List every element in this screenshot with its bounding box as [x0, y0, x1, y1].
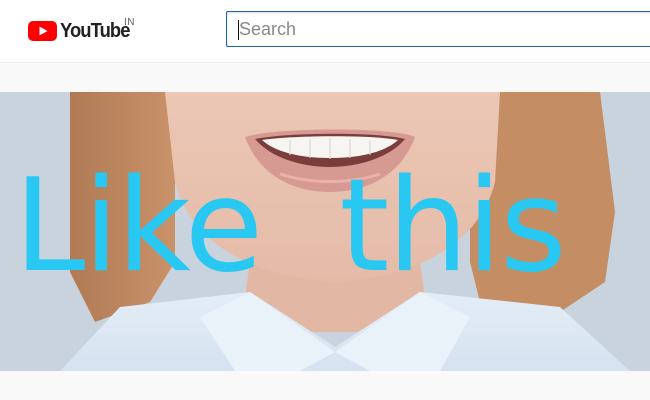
caption-word-this: this — [339, 152, 567, 301]
youtube-logo[interactable]: YouTube IN — [28, 17, 136, 44]
text-cursor — [238, 20, 239, 40]
masthead: YouTube IN — [0, 0, 650, 63]
video-caption: Like this — [14, 152, 644, 302]
caption-word-like: Like — [14, 152, 263, 301]
search-input[interactable] — [227, 12, 650, 46]
video-player[interactable]: Like this — [0, 92, 650, 371]
youtube-play-icon — [28, 21, 57, 41]
search-box[interactable] — [226, 11, 650, 47]
logo-wordmark: YouTube — [60, 20, 130, 42]
country-code: IN — [124, 17, 135, 28]
